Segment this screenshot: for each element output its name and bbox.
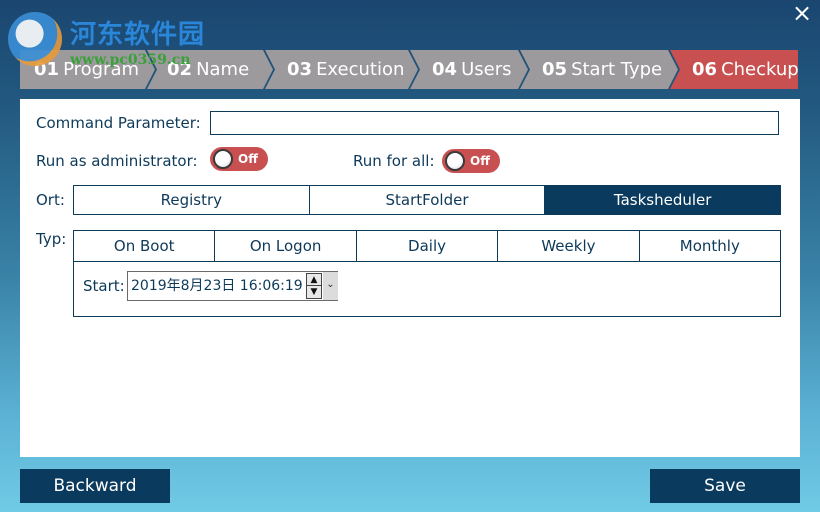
typ-tab-daily[interactable]: Daily (357, 231, 499, 261)
start-datetime-picker[interactable]: 2019年8月23日 16:06:19 ▲ ▼ ⌄ (127, 271, 338, 301)
datetime-spinner: ▲ ▼ (306, 273, 322, 299)
typ-tabs: On Boot On Logon Daily Weekly Monthly (74, 231, 780, 262)
typ-tab-monthly[interactable]: Monthly (640, 231, 780, 261)
ort-option-registry[interactable]: Registry (74, 186, 310, 214)
close-icon[interactable]: × (788, 0, 816, 28)
step-users[interactable]: 04 Users (410, 50, 528, 89)
watermark-logo-icon (8, 12, 62, 66)
step-number: 03 (287, 59, 313, 80)
watermark-title: 河东软件园 (70, 20, 206, 50)
toggle-knob (445, 151, 465, 171)
step-label: Users (461, 59, 512, 80)
run-as-admin-label: Run as administrator: (36, 152, 198, 170)
ort-option-tasksheduler[interactable]: Tasksheduler (545, 186, 781, 214)
start-label: Start: (83, 277, 125, 295)
ort-option-startfolder[interactable]: StartFolder (309, 186, 546, 214)
watermark-url: www.pc0359.cn (70, 52, 191, 68)
typ-panel: On Boot On Logon Daily Weekly Monthly St… (73, 230, 781, 317)
run-as-admin-toggle[interactable]: Off (210, 147, 268, 171)
content-panel: Command Parameter: Run as administrator:… (20, 99, 800, 457)
chevron-down-icon[interactable]: ⌄ (323, 272, 338, 300)
ort-selector: Registry StartFolder Tasksheduler (73, 185, 781, 215)
step-number: 06 (692, 59, 718, 80)
typ-tab-on-logon[interactable]: On Logon (215, 231, 357, 261)
step-label: Execution (316, 59, 405, 80)
run-for-all-toggle[interactable]: Off (442, 149, 500, 173)
watermark: 河东软件园 www.pc0359.cn (6, 8, 236, 68)
ort-label: Ort: (36, 191, 65, 209)
toggle-state: Off (238, 152, 258, 166)
command-parameter-input[interactable] (210, 111, 779, 135)
step-number: 05 (542, 59, 568, 80)
typ-tab-weekly[interactable]: Weekly (498, 231, 640, 261)
step-checkup[interactable]: 06 Checkup (670, 50, 798, 89)
run-for-all-label: Run for all: (353, 152, 435, 170)
step-start-type[interactable]: 05 Start Type (520, 50, 678, 89)
typ-tab-on-boot[interactable]: On Boot (74, 231, 216, 261)
step-execution[interactable]: 03 Execution (265, 50, 418, 89)
backward-button[interactable]: Backward (20, 469, 170, 503)
spin-down-icon[interactable]: ▼ (307, 286, 321, 298)
start-datetime-value[interactable]: 2019年8月23日 16:06:19 (131, 272, 303, 300)
toggle-knob (213, 149, 233, 169)
step-label: Start Type (571, 59, 663, 80)
command-parameter-label: Command Parameter: (36, 114, 201, 132)
typ-label: Typ: (36, 230, 67, 248)
spin-up-icon[interactable]: ▲ (307, 274, 321, 286)
step-label: Checkup (721, 59, 799, 80)
step-number: 04 (432, 59, 458, 80)
save-button[interactable]: Save (650, 469, 800, 503)
toggle-state: Off (470, 154, 490, 168)
